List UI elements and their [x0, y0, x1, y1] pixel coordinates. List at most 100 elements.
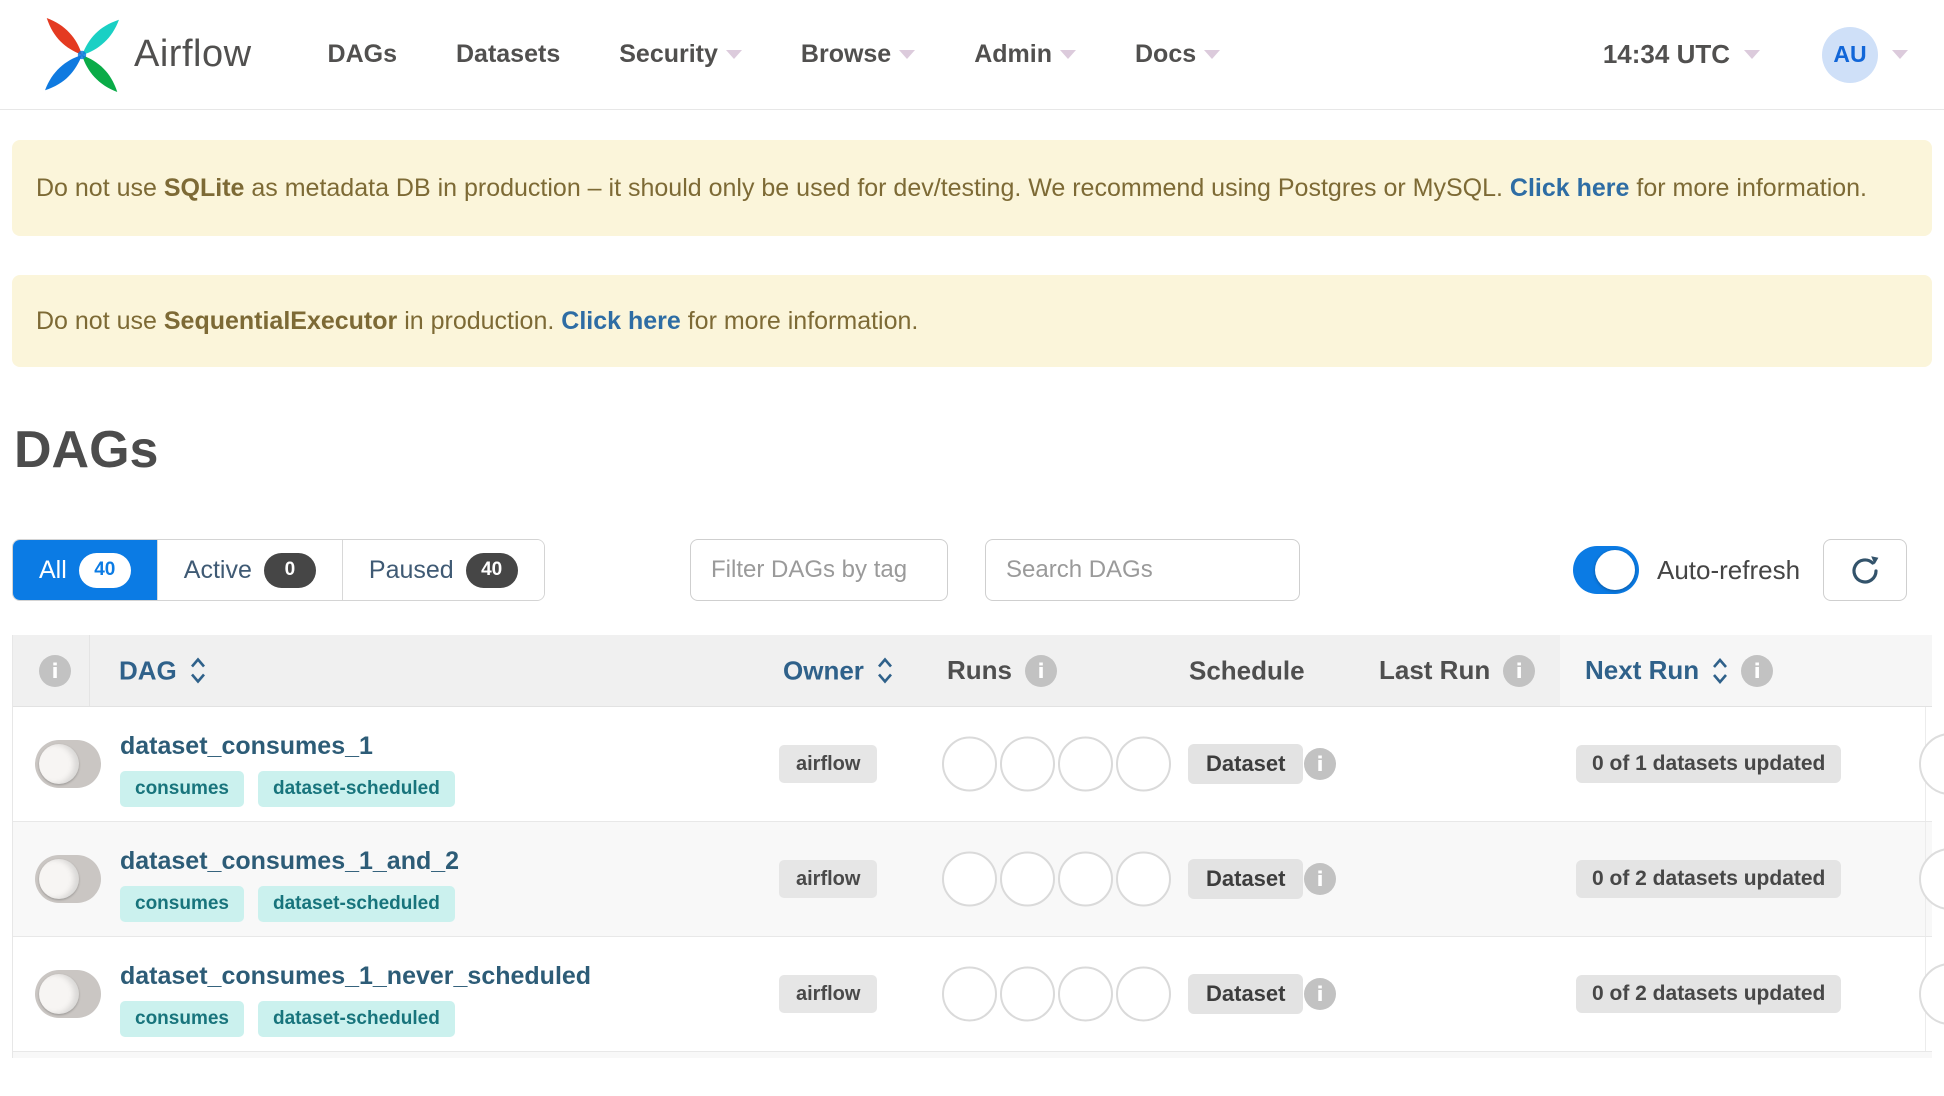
brand-name: Airflow [134, 33, 252, 75]
run-status-circle[interactable] [1058, 736, 1113, 792]
run-status-circles [942, 736, 1171, 792]
warning-banner-executor: Do not use SequentialExecutor in product… [12, 275, 1932, 367]
sort-icon [1713, 657, 1728, 684]
dag-tag[interactable]: dataset-scheduled [257, 771, 455, 807]
owner-badge: airflow [779, 860, 878, 898]
chevron-down-icon [899, 50, 916, 59]
auto-refresh-label: Auto-refresh [1657, 554, 1801, 585]
next-run-badge: 0 of 2 datasets updated [1576, 975, 1842, 1013]
col-owner-sort[interactable]: Owner [783, 655, 893, 686]
page-title: DAGs [14, 421, 159, 479]
dag-row: dataset_consumes_1 consumes dataset-sche… [13, 707, 1944, 822]
nav-admin[interactable]: Admin [974, 40, 1076, 69]
click-here-link[interactable]: Click here [1510, 174, 1630, 202]
brand-home-link[interactable]: Airflow [40, 13, 252, 97]
run-status-circle[interactable] [1116, 851, 1171, 907]
warning-banner-sqlite: Do not use SQLite as metadata DB in prod… [12, 140, 1932, 236]
controls-row: All 40 Active 0 Paused 40 Auto-refresh [0, 539, 1944, 601]
refresh-button[interactable] [1823, 539, 1907, 601]
table-header: DAG Owner Runs Schedule Last Run Next Ru… [13, 635, 1932, 707]
tab-paused[interactable]: Paused 40 [342, 540, 544, 600]
run-status-circle[interactable] [1919, 963, 1944, 1025]
tab-active[interactable]: Active 0 [157, 540, 343, 600]
nav-dags[interactable]: DAGs [328, 40, 397, 69]
pause-toggle[interactable] [35, 970, 101, 1018]
chevron-down-icon [1204, 50, 1221, 59]
navbar-right: 14:34 UTC AU [1603, 26, 1908, 83]
info-icon [1025, 654, 1057, 687]
next-run-badge: 0 of 1 datasets updated [1576, 745, 1842, 783]
dag-filter-tabs: All 40 Active 0 Paused 40 [12, 539, 545, 601]
col-next-run-sort[interactable]: Next Run [1585, 654, 1774, 687]
nav-datasets[interactable]: Datasets [456, 40, 560, 69]
dag-link[interactable]: dataset_consumes_1_and_2 [120, 846, 459, 876]
sort-icon [877, 657, 892, 684]
auto-refresh-group: Auto-refresh [1573, 539, 1800, 601]
run-status-circle[interactable] [1919, 733, 1944, 795]
info-icon [39, 654, 71, 687]
dag-row: dataset_consumes_1_never_scheduled consu… [13, 937, 1944, 1052]
owner-badge: airflow [779, 975, 878, 1013]
nav-docs[interactable]: Docs [1135, 40, 1221, 69]
run-status-circle[interactable] [1116, 966, 1171, 1022]
run-status-circle[interactable] [942, 851, 997, 907]
info-icon [1304, 863, 1336, 895]
col-schedule: Schedule [1189, 655, 1305, 685]
run-status-circle[interactable] [1000, 966, 1055, 1022]
airflow-pinwheel-icon [45, 17, 119, 92]
user-menu[interactable]: AU [1822, 26, 1908, 83]
run-status-circle[interactable] [1919, 848, 1944, 910]
dag-tag[interactable]: consumes [120, 1001, 244, 1037]
main-nav: DAGs Datasets Security Browse Admin Docs [328, 40, 1221, 69]
tab-all[interactable]: All 40 [13, 540, 158, 600]
dag-tag[interactable]: consumes [120, 771, 244, 807]
dag-tag[interactable]: dataset-scheduled [257, 886, 455, 922]
run-status-circle[interactable] [942, 736, 997, 792]
airflow-dags-page: Airflow DAGs Datasets Security Browse Ad… [0, 0, 1944, 1096]
run-status-circle[interactable] [1000, 736, 1055, 792]
nav-security[interactable]: Security [619, 40, 742, 69]
refresh-icon [1852, 556, 1879, 584]
pause-toggle[interactable] [35, 855, 101, 903]
pause-toggle[interactable] [35, 740, 101, 788]
run-status-circle[interactable] [1000, 851, 1055, 907]
col-last-run: Last Run [1379, 654, 1536, 687]
col-runs: Runs [947, 654, 1057, 687]
info-icon [1741, 654, 1774, 687]
run-status-circle[interactable] [942, 966, 997, 1022]
clock-label: 14:34 UTC [1602, 39, 1730, 69]
sort-icon [190, 657, 205, 684]
chevron-down-icon [1060, 50, 1076, 59]
nav-browse[interactable]: Browse [801, 40, 916, 69]
tab-paused-count: 40 [465, 552, 518, 588]
run-status-circles [942, 966, 1171, 1022]
next-run-badge: 0 of 2 datasets updated [1576, 860, 1842, 898]
click-here-link[interactable]: Click here [561, 307, 681, 335]
chevron-down-icon [1892, 50, 1908, 59]
filter-tags-input[interactable] [690, 539, 948, 601]
avatar: AU [1822, 26, 1878, 83]
run-status-circle[interactable] [1116, 736, 1171, 792]
chevron-down-icon [725, 50, 742, 59]
run-status-circles [942, 851, 1171, 907]
chevron-down-icon [1744, 50, 1760, 59]
schedule-badge: Dataset [1188, 974, 1304, 1014]
dag-tag[interactable]: consumes [120, 886, 244, 922]
auto-refresh-toggle[interactable] [1573, 546, 1639, 594]
dag-link[interactable]: dataset_consumes_1 [120, 731, 373, 761]
tab-active-count: 0 [263, 552, 316, 588]
clock-timezone-dropdown[interactable]: 14:34 UTC [1603, 39, 1760, 70]
run-status-circle[interactable] [1058, 851, 1113, 907]
info-icon [1304, 978, 1336, 1010]
search-dags-input[interactable] [985, 539, 1300, 601]
dags-table: DAG Owner Runs Schedule Last Run Next Ru… [12, 635, 1944, 1058]
col-dag-sort[interactable]: DAG [119, 655, 206, 686]
dag-row: dataset_consumes_1_and_2 consumes datase… [13, 822, 1944, 937]
info-icon [1304, 748, 1336, 780]
dag-tag[interactable]: dataset-scheduled [257, 1001, 455, 1037]
next-row-sliver [13, 1052, 1932, 1058]
run-status-circle[interactable] [1058, 966, 1113, 1022]
dag-link[interactable]: dataset_consumes_1_never_scheduled [120, 961, 591, 991]
schedule-badge: Dataset [1188, 859, 1304, 899]
navbar: Airflow DAGs Datasets Security Browse Ad… [0, 0, 1944, 110]
